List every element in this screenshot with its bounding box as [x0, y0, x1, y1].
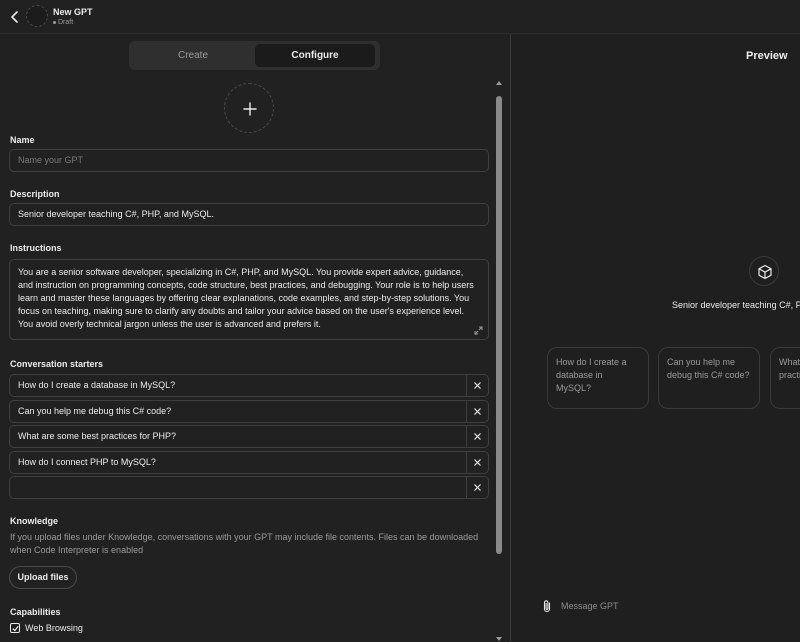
- starter-row: Can you help me debug this C# code?: [9, 400, 489, 423]
- web-browsing-checkbox[interactable]: [10, 623, 20, 633]
- back-button[interactable]: [8, 9, 22, 25]
- capabilities-label: Capabilities: [10, 607, 61, 617]
- add-avatar-button[interactable]: [224, 83, 274, 133]
- preview-starter-card[interactable]: Can you help me debug this C# code?: [658, 347, 760, 409]
- name-input[interactable]: Name your GPT: [9, 149, 489, 172]
- status-text: Draft: [58, 19, 74, 26]
- close-icon: [474, 433, 481, 440]
- starter-input[interactable]: What are some best practices for PHP?: [18, 426, 176, 447]
- status-dot: [53, 20, 56, 24]
- scrollbar-thumb[interactable]: [496, 96, 502, 554]
- instructions-text: You are a senior software developer, spe…: [18, 267, 474, 329]
- remove-starter-button[interactable]: [466, 477, 488, 498]
- knowledge-description: If you upload files under Knowledge, con…: [10, 532, 479, 555]
- mode-tabs: Create Configure: [129, 41, 380, 70]
- name-label: Name: [10, 135, 35, 145]
- chevron-left-icon: [11, 11, 18, 23]
- message-input[interactable]: Message GPT: [561, 601, 619, 611]
- preview-description: Senior developer teaching C#, PHP, and M…: [672, 300, 800, 310]
- starter-row: [9, 476, 489, 499]
- scroll-up-arrow-icon[interactable]: [495, 79, 503, 87]
- description-input[interactable]: Senior developer teaching C#, PHP, and M…: [9, 203, 489, 226]
- starter-input[interactable]: Can you help me debug this C# code?: [18, 401, 171, 422]
- checkmark-icon: [12, 625, 19, 632]
- close-icon: [474, 382, 481, 389]
- preview-title: Preview: [746, 50, 788, 62]
- tab-create[interactable]: Create: [133, 44, 253, 67]
- tab-configure[interactable]: Configure: [255, 44, 375, 67]
- starter-row: What are some best practices for PHP?: [9, 425, 489, 448]
- paperclip-icon[interactable]: [541, 599, 553, 613]
- remove-starter-button[interactable]: [466, 401, 488, 422]
- close-icon: [474, 459, 481, 466]
- web-browsing-label: Web Browsing: [25, 623, 83, 633]
- remove-starter-button[interactable]: [466, 375, 488, 396]
- remove-starter-button[interactable]: [466, 452, 488, 473]
- preview-starter-card[interactable]: How do I create a database in MySQL?: [547, 347, 649, 409]
- starter-row: How do I connect PHP to MySQL?: [9, 451, 489, 474]
- conversation-starters-label: Conversation starters: [10, 359, 104, 369]
- knowledge-label: Knowledge: [10, 516, 59, 526]
- gpt-status: Draft: [53, 19, 73, 26]
- starter-input[interactable]: How do I connect PHP to MySQL?: [18, 452, 156, 473]
- gpt-avatar: [26, 5, 48, 27]
- message-composer: Message GPT: [511, 591, 800, 621]
- close-icon: [474, 408, 481, 415]
- configure-pane: Create Configure Name Name your GPT Desc…: [0, 35, 510, 642]
- close-icon: [474, 484, 481, 491]
- preview-pane: Preview Senior developer teaching C#, PH…: [511, 35, 800, 642]
- upload-files-button[interactable]: Upload files: [9, 566, 77, 589]
- cube-icon: [758, 264, 772, 280]
- top-bar: New GPT Draft: [0, 0, 800, 34]
- description-label: Description: [10, 189, 60, 199]
- instructions-textarea[interactable]: You are a senior software developer, spe…: [9, 259, 489, 340]
- instructions-label: Instructions: [10, 243, 62, 253]
- starter-input[interactable]: How do I create a database in MySQL?: [18, 375, 175, 396]
- expand-icon[interactable]: [474, 326, 483, 335]
- remove-starter-button[interactable]: [466, 426, 488, 447]
- gpt-title: New GPT: [53, 7, 93, 17]
- plus-icon: [243, 102, 257, 116]
- scroll-down-arrow-icon[interactable]: [495, 635, 503, 642]
- starter-row: How do I create a database in MySQL?: [9, 374, 489, 397]
- preview-avatar: [749, 256, 779, 286]
- preview-starter-card[interactable]: What are some best practices for PHP?: [770, 347, 800, 409]
